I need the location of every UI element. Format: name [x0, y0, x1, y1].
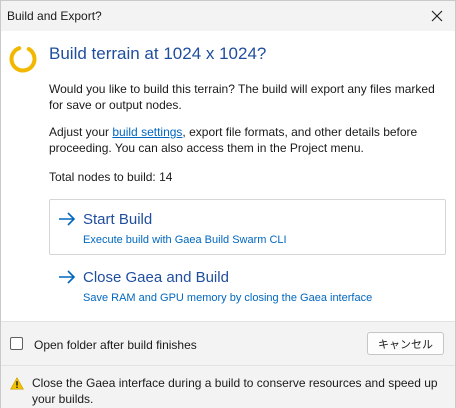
build-settings-link[interactable]: build settings — [112, 125, 182, 139]
settings-description: Adjust your build settings, export file … — [49, 124, 445, 156]
warning-icon — [10, 377, 24, 390]
start-build-subtitle: Execute build with Gaea Build Swarm CLI — [83, 234, 287, 246]
close-gaea-build-title: Close Gaea and Build — [83, 269, 229, 286]
progress-spinner-icon — [9, 45, 37, 73]
start-build-option[interactable]: Start Build Execute build with Gaea Buil… — [49, 199, 446, 255]
window-title: Build and Export? — [7, 9, 102, 23]
close-button[interactable] — [419, 1, 455, 31]
build-export-dialog: Build and Export? Build terrain at 1024 … — [0, 0, 456, 408]
total-nodes-text: Total nodes to build: 14 — [49, 170, 173, 184]
arrow-right-icon — [59, 212, 76, 226]
dialog-heading: Build terrain at 1024 x 1024? — [49, 44, 267, 63]
close-gaea-build-subtitle: Save RAM and GPU memory by closing the G… — [83, 292, 373, 304]
close-gaea-build-option[interactable]: Close Gaea and Build Save RAM and GPU me… — [49, 257, 446, 313]
start-build-title: Start Build — [83, 211, 153, 228]
title-bar: Build and Export? — [1, 1, 455, 31]
arrow-right-icon — [59, 270, 76, 284]
warning-note: Close the Gaea interface during a build … — [1, 365, 455, 408]
cancel-button[interactable]: キャンセル — [367, 332, 444, 355]
dialog-footer: Open folder after build finishes キャンセル — [1, 321, 455, 365]
open-folder-checkbox[interactable] — [10, 337, 23, 350]
warning-text: Close the Gaea interface during a build … — [32, 376, 438, 406]
open-folder-label[interactable]: Open folder after build finishes — [34, 338, 197, 352]
dialog-content: Build terrain at 1024 x 1024? Would you … — [1, 31, 455, 321]
build-description: Would you like to build this terrain? Th… — [49, 82, 435, 112]
settings-text-before: Adjust your — [49, 125, 113, 139]
close-icon — [431, 10, 443, 22]
